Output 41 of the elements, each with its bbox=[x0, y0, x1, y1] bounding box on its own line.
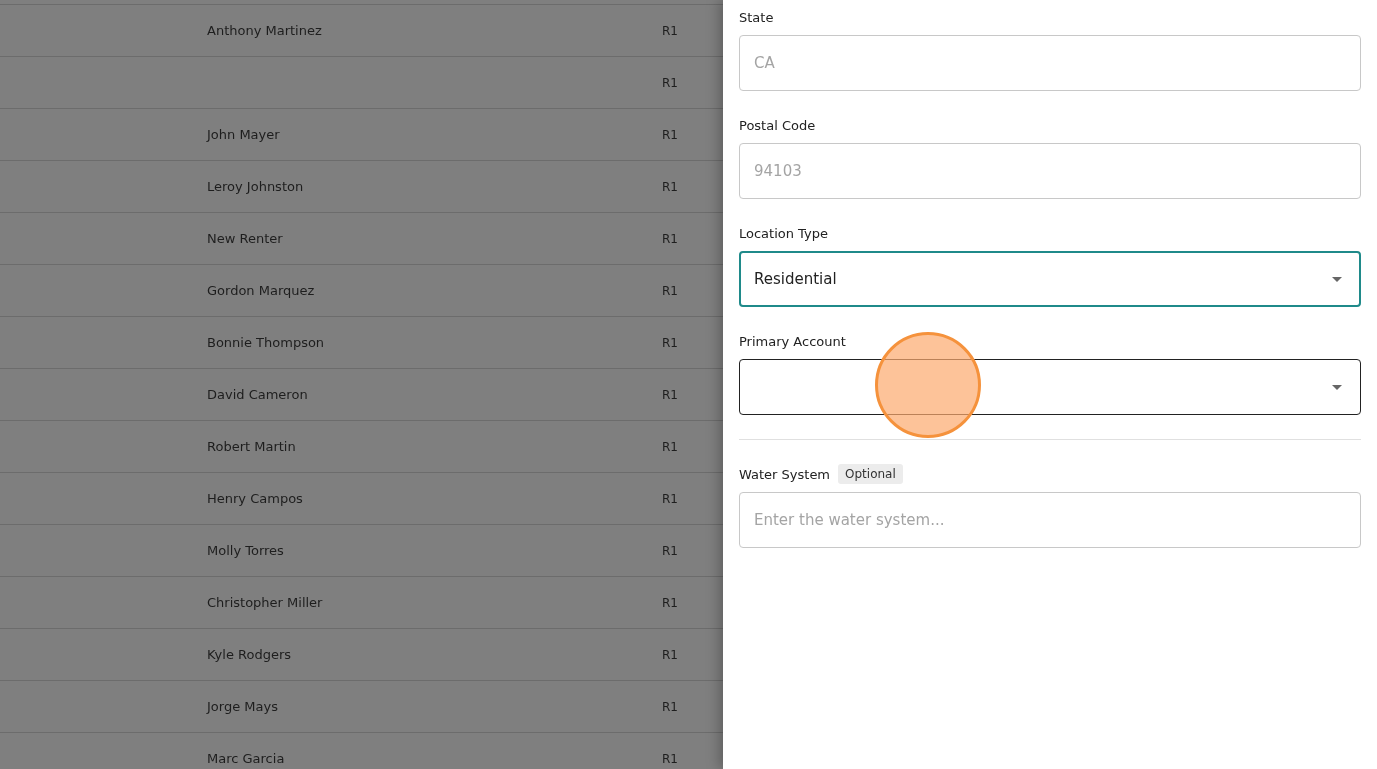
table-cell: R1 bbox=[662, 127, 678, 142]
table-cell: R1 bbox=[662, 751, 678, 766]
table-cell: Marc Garcia bbox=[207, 751, 285, 766]
table-cell: R1 bbox=[662, 283, 678, 298]
table-cell: New Renter bbox=[207, 231, 283, 246]
table-cell: Jorge Mays bbox=[207, 699, 278, 714]
table-cell: Gordon Marquez bbox=[207, 283, 315, 298]
table-cell: Kyle Rodgers bbox=[207, 647, 292, 662]
field-label: Location Type bbox=[739, 225, 828, 241]
table-cell: R1 bbox=[662, 335, 678, 350]
input-field[interactable]: CA bbox=[739, 35, 1361, 91]
table-cell: R1 bbox=[662, 543, 678, 558]
field-label: Water System bbox=[739, 466, 831, 482]
table-cell: Henry Campos bbox=[207, 491, 303, 506]
table-cell: Bonnie Thompson bbox=[207, 335, 325, 350]
field-label: Primary Account bbox=[739, 333, 846, 349]
table-cell: Molly Torres bbox=[207, 543, 284, 558]
table-cell: R1 bbox=[662, 231, 678, 246]
table-cell: R1 bbox=[662, 75, 678, 90]
table-cell: John Mayer bbox=[207, 127, 280, 142]
caret-icon bbox=[1332, 276, 1342, 282]
table-cell: R1 bbox=[662, 647, 678, 662]
input-field[interactable]: 94103 bbox=[739, 143, 1361, 199]
optional-badge: Optional bbox=[838, 464, 903, 484]
table-cell: Christopher Miller bbox=[207, 595, 323, 610]
table-cell: R1 bbox=[662, 387, 678, 402]
table-cell: R1 bbox=[662, 699, 678, 714]
table-cell: R1 bbox=[662, 439, 678, 454]
table-cell: Anthony Martinez bbox=[207, 23, 322, 38]
table-cell: R1 bbox=[662, 179, 678, 194]
table-cell: Robert Martin bbox=[207, 439, 296, 454]
caret-icon bbox=[1332, 384, 1342, 390]
field-label: Postal Code bbox=[739, 117, 816, 133]
input-field[interactable]: Enter the water system... bbox=[739, 492, 1361, 548]
table-cell: R1 bbox=[662, 595, 678, 610]
table-cell: David Cameron bbox=[207, 387, 308, 402]
select-field[interactable]: Residential bbox=[739, 251, 1361, 307]
field-label: State bbox=[739, 9, 774, 25]
table-cell: R1 bbox=[662, 491, 678, 506]
table-cell: R1 bbox=[662, 23, 678, 38]
table-cell: Leroy Johnston bbox=[207, 179, 304, 194]
